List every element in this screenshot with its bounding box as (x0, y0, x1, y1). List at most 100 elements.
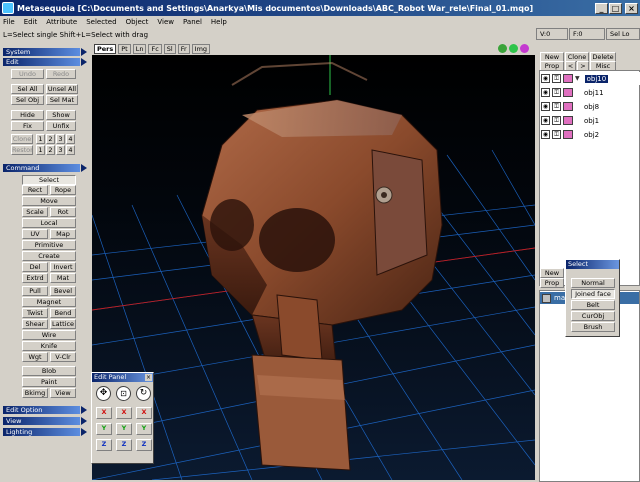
view-mode-faces[interactable]: Fc (148, 44, 162, 54)
material-new-button[interactable]: New (540, 268, 564, 278)
menu-file[interactable]: File (3, 18, 15, 26)
primitive-button[interactable]: Primitive (22, 240, 76, 250)
section-view[interactable]: View (3, 417, 87, 425)
select-material-button[interactable]: Sel Mat (46, 95, 78, 105)
move-tool-icon[interactable]: ✥ (96, 386, 111, 401)
wire-button[interactable]: Wire (22, 330, 76, 340)
move-button[interactable]: Move (22, 196, 76, 206)
pull-button[interactable]: Pull (22, 286, 48, 296)
view-mode-points[interactable]: Pt (118, 44, 131, 54)
minimize-button[interactable]: _ (595, 2, 608, 14)
rotate-z-button[interactable]: Z (136, 439, 152, 451)
3d-viewport[interactable] (92, 55, 535, 480)
object-row[interactable]: ◉ ⚿ ▼ obj10 (540, 72, 640, 85)
lock-icon[interactable]: ⚿ (552, 88, 561, 97)
bend-button[interactable]: Bend (50, 308, 76, 318)
select-lock-tab[interactable]: Sel Lo (606, 28, 640, 40)
scale-tool-icon[interactable]: ⊡ (116, 386, 131, 401)
menu-view[interactable]: View (157, 18, 174, 26)
rotate-y-button[interactable]: Y (136, 423, 152, 435)
weight-button[interactable]: Wgt (22, 352, 48, 362)
section-lighting[interactable]: Lighting (3, 428, 87, 436)
uv-button[interactable]: UV (22, 229, 48, 239)
scale-z-button[interactable]: Z (116, 439, 132, 451)
scale-x-button[interactable]: X (116, 407, 132, 419)
select-object-button[interactable]: Sel Obj (11, 95, 44, 105)
blob-button[interactable]: Blob (22, 366, 76, 376)
section-edit-option[interactable]: Edit Option (3, 406, 87, 414)
unselect-all-button[interactable]: Unsel All (46, 84, 78, 94)
menu-help[interactable]: Help (211, 18, 227, 26)
clone-slot-3[interactable]: 3 (56, 134, 65, 144)
magnet-button[interactable]: Magnet (22, 297, 76, 307)
section-edit[interactable]: Edit (3, 58, 87, 66)
zoom-view-icon[interactable] (498, 44, 507, 53)
visibility-eye-icon[interactable]: ◉ (541, 102, 550, 111)
move-y-button[interactable]: Y (96, 423, 112, 435)
menu-edit[interactable]: Edit (24, 18, 38, 26)
redo-button[interactable]: Redo (46, 69, 76, 79)
move-x-button[interactable]: X (96, 407, 112, 419)
close-button[interactable]: × (625, 2, 638, 14)
create-button[interactable]: Create (22, 251, 76, 261)
view-mode-selected[interactable]: Sl (163, 44, 176, 54)
extrude-button[interactable]: Extrd (22, 273, 48, 283)
material-button[interactable]: Mat (50, 273, 76, 283)
rect-button[interactable]: Rect (22, 185, 48, 195)
select-normal-button[interactable]: Normal (571, 278, 615, 288)
knife-button[interactable]: Knife (22, 341, 76, 351)
hide-button[interactable]: Hide (11, 110, 44, 120)
fix-button[interactable]: Fix (11, 121, 44, 131)
scale-button[interactable]: Scale (22, 207, 48, 217)
object-color-swatch[interactable] (563, 74, 573, 83)
object-color-swatch[interactable] (563, 116, 573, 125)
select-brush-button[interactable]: Brush (571, 322, 615, 332)
clone-slot-2[interactable]: 2 (46, 134, 55, 144)
object-row[interactable]: ◉ ⚿ obj1 (540, 114, 640, 127)
scale-y-button[interactable]: Y (116, 423, 132, 435)
vertex-color-button[interactable]: V-Clr (50, 352, 76, 362)
select-curobj-button[interactable]: CurObj (571, 311, 615, 321)
undo-button[interactable]: Undo (11, 69, 44, 79)
object-row[interactable]: ◉ ⚿ obj2 (540, 128, 640, 141)
bevel-button[interactable]: Bevel (50, 286, 76, 296)
clone-button[interactable]: Clone (11, 134, 33, 144)
visibility-eye-icon[interactable]: ◉ (541, 116, 550, 125)
rotate-view-icon[interactable] (520, 44, 529, 53)
lock-icon[interactable]: ⚿ (552, 116, 561, 125)
local-button[interactable]: Local (22, 218, 76, 228)
select-button[interactable]: Select (22, 175, 76, 185)
maximize-button[interactable]: □ (609, 2, 622, 14)
edit-panel-title[interactable]: Edit Panel × (92, 373, 153, 382)
menu-attribute[interactable]: Attribute (46, 18, 77, 26)
menu-object[interactable]: Object (126, 18, 149, 26)
select-joined-face-button[interactable]: Joined face (571, 289, 615, 299)
material-prop-button[interactable]: Prop (540, 278, 564, 288)
object-color-swatch[interactable] (563, 130, 573, 139)
rotate-x-button[interactable]: X (136, 407, 152, 419)
twist-button[interactable]: Twist (22, 308, 48, 318)
view-mode-front[interactable]: Fr (177, 44, 190, 54)
rotate-tool-icon[interactable]: ↻ (136, 386, 151, 401)
section-command[interactable]: Command (3, 164, 87, 172)
lock-icon[interactable]: ⚿ (552, 74, 561, 83)
edit-panel-close-icon[interactable]: × (145, 374, 152, 381)
rotate-button[interactable]: Rot (50, 207, 76, 217)
map-button[interactable]: Map (50, 229, 76, 239)
visibility-eye-icon[interactable]: ◉ (541, 88, 550, 97)
restore-slot-2[interactable]: 2 (46, 145, 55, 155)
lattice-button[interactable]: Lattice (50, 319, 76, 329)
object-row[interactable]: ◉ ⚿ obj8 (540, 100, 640, 113)
expand-arrow-icon[interactable]: ▼ (575, 75, 580, 82)
visibility-eye-icon[interactable]: ◉ (541, 130, 550, 139)
lock-icon[interactable]: ⚿ (552, 102, 561, 111)
select-all-button[interactable]: Sel All (11, 84, 44, 94)
menu-panel[interactable]: Panel (183, 18, 202, 26)
object-color-swatch[interactable] (563, 88, 573, 97)
lock-icon[interactable]: ⚿ (552, 130, 561, 139)
pan-view-icon[interactable] (509, 44, 518, 53)
menu-selected[interactable]: Selected (86, 18, 116, 26)
clone-slot-1[interactable]: 1 (36, 134, 45, 144)
visibility-eye-icon[interactable]: ◉ (541, 74, 550, 83)
select-belt-button[interactable]: Belt (571, 300, 615, 310)
